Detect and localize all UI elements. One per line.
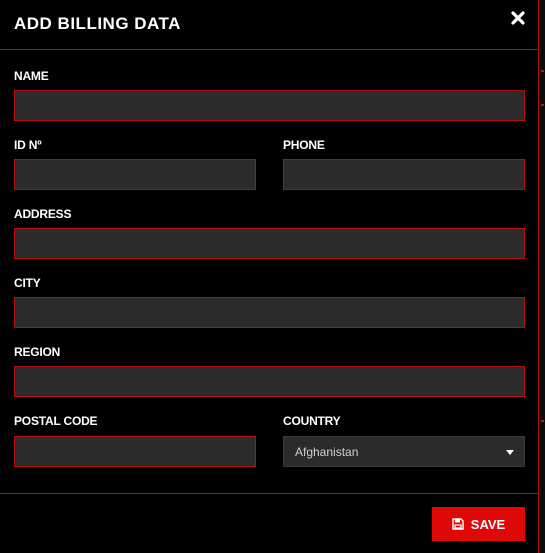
background-edge [539,0,545,553]
background-edge-mark [541,420,544,422]
country-select[interactable]: Afghanistan [283,436,525,467]
background-edge-mark [541,104,544,106]
name-input[interactable] [14,90,525,121]
modal-header: ADD BILLING DATA [0,0,538,50]
background-edge-mark [541,70,544,72]
address-label: ADDRESS [14,207,72,221]
save-button-label: SAVE [470,516,506,532]
floppy-disk-icon [452,518,464,530]
id-label: ID Nº [14,138,42,152]
country-selected-value: Afghanistan [295,445,359,459]
id-input[interactable] [14,159,256,190]
phone-label: PHONE [283,138,325,152]
address-input[interactable] [14,228,525,259]
billing-modal: ADD BILLING DATA NAME ID Nº PHONE ADDRES… [0,0,539,553]
region-input[interactable] [14,366,525,397]
postal-code-input[interactable] [14,436,256,467]
modal-title: ADD BILLING DATA [14,14,181,33]
name-label: NAME [14,69,49,83]
city-label: CITY [14,276,41,290]
postal-code-label: POSTAL CODE [14,414,98,428]
save-button[interactable]: SAVE [432,507,525,541]
close-icon[interactable] [510,10,526,26]
chevron-down-icon [506,450,514,455]
city-input[interactable] [14,297,525,328]
region-label: REGION [14,345,61,359]
footer-divider [0,493,538,494]
country-label: COUNTRY [283,414,341,428]
phone-input[interactable] [283,159,525,190]
